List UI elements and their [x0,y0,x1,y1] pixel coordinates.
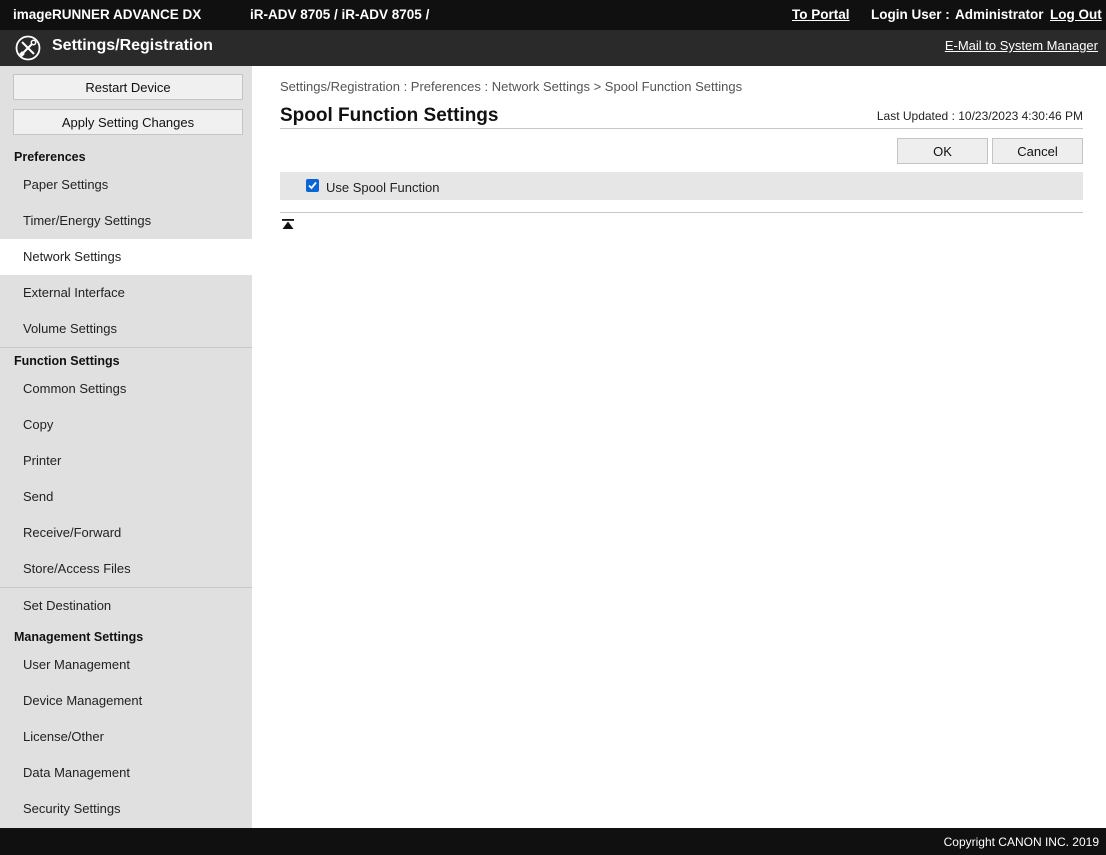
sidebar-item-security-settings[interactable]: Security Settings [0,791,252,827]
log-out-link[interactable]: Log Out [1050,7,1102,22]
restart-device-button[interactable]: Restart Device [13,74,243,100]
sidebar-item-printer[interactable]: Printer [0,443,252,479]
login-user-name: Administrator [955,7,1044,22]
sidebar-item-user-management[interactable]: User Management [0,647,252,683]
footer: Copyright CANON INC. 2019 [0,828,1106,855]
heading-divider [280,128,1083,129]
copyright-text: Copyright CANON INC. 2019 [943,835,1099,849]
checkmark-icon [308,181,317,190]
to-portal-link[interactable]: To Portal [792,7,850,22]
sidebar-section-function-settings: Function Settings [14,354,120,368]
sidebar-divider [0,347,252,348]
spool-option-row: Use Spool Function [280,172,1083,200]
sidebar-item-device-management[interactable]: Device Management [0,683,252,719]
last-updated-text: Last Updated : 10/23/2023 4:30:46 PM [876,109,1083,123]
sidebar-item-common-settings[interactable]: Common Settings [0,371,252,407]
ok-button[interactable]: OK [897,138,988,164]
top-bar: imageRUNNER ADVANCE DX iR-ADV 8705 / iR-… [0,0,1106,30]
back-to-top-icon[interactable] [282,218,294,230]
sidebar-item-license-other[interactable]: License/Other [0,719,252,755]
sidebar-section-management-settings: Management Settings [14,630,144,644]
product-name: imageRUNNER ADVANCE DX [13,7,202,22]
sidebar-item-timer-energy-settings[interactable]: Timer/Energy Settings [0,203,252,239]
sidebar-item-send[interactable]: Send [0,479,252,515]
sidebar-item-network-settings[interactable]: Network Settings [0,239,252,275]
sidebar-item-data-management[interactable]: Data Management [0,755,252,791]
breadcrumb: Settings/Registration : Preferences : Ne… [280,79,743,94]
sidebar-item-set-destination[interactable]: Set Destination [0,588,252,624]
content-divider [280,212,1083,213]
sidebar-section-preferences: Preferences [14,150,86,164]
sidebar-item-receive-forward[interactable]: Receive/Forward [0,515,252,551]
sidebar-item-volume-settings[interactable]: Volume Settings [0,311,252,347]
use-spool-function-checkbox[interactable] [306,179,319,192]
email-system-manager-link[interactable]: E-Mail to System Manager [945,38,1098,53]
sidebar: Restart Device Apply Setting Changes Pre… [0,66,252,828]
sidebar-item-external-interface[interactable]: External Interface [0,275,252,311]
sidebar-item-store-access-files[interactable]: Store/Access Files [0,551,252,587]
use-spool-function-label[interactable]: Use Spool Function [326,180,439,195]
title-bar: Settings/Registration E-Mail to System M… [0,30,1106,66]
sidebar-item-paper-settings[interactable]: Paper Settings [0,167,252,203]
login-user-label: Login User : [871,7,950,22]
device-name: iR-ADV 8705 / iR-ADV 8705 / [250,7,430,22]
page-section-title: Settings/Registration [52,37,213,54]
settings-tools-icon [15,35,41,61]
page-title: Spool Function Settings [280,105,499,126]
apply-setting-changes-button[interactable]: Apply Setting Changes [13,109,243,135]
sidebar-item-copy[interactable]: Copy [0,407,252,443]
cancel-button[interactable]: Cancel [992,138,1083,164]
